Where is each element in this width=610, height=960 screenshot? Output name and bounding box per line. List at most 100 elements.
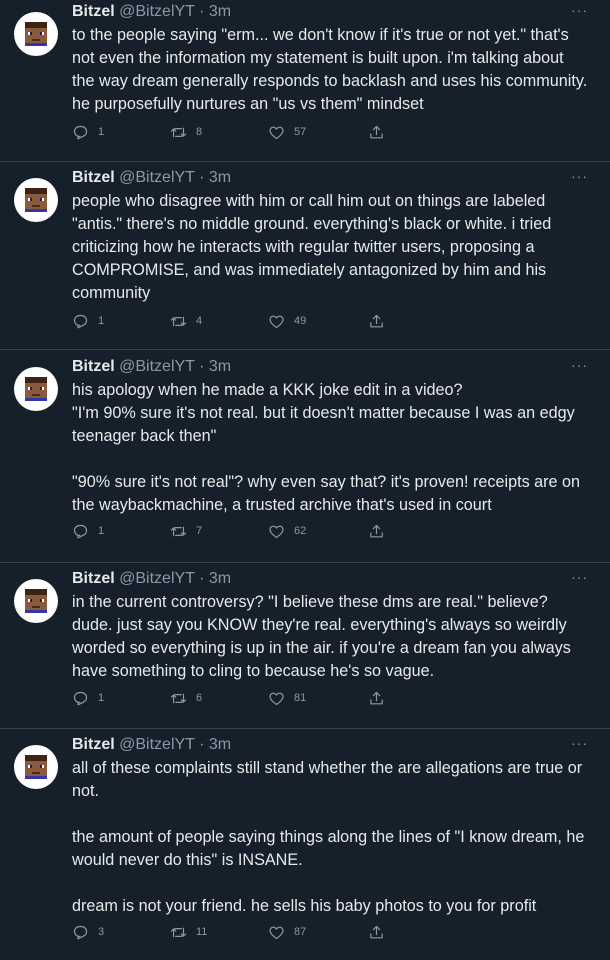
display-name[interactable]: Bitzel: [72, 736, 115, 753]
tweet[interactable]: Bitzel @BitzelYT · 3m ··· in the current…: [0, 567, 610, 729]
like-button[interactable]: 49: [268, 311, 306, 331]
tweet-header: Bitzel @BitzelYT · 3m ···: [72, 356, 590, 378]
retweet-icon: [170, 693, 187, 703]
separator: ·: [199, 736, 205, 753]
tweet-header: Bitzel @BitzelYT · 3m ···: [72, 568, 590, 590]
like-icon: [269, 126, 284, 139]
tweet-text: all of these complaints still stand whet…: [72, 759, 585, 915]
like-count: 62: [294, 525, 307, 537]
separator: ·: [199, 570, 205, 587]
user-handle[interactable]: @BitzelYT: [119, 169, 195, 186]
reply-count: 1: [98, 126, 105, 138]
tweet-actions: 1 6 81: [72, 688, 402, 708]
share-icon: [370, 524, 383, 537]
share-button[interactable]: [368, 521, 394, 541]
reply-count: 1: [98, 315, 105, 327]
display-name[interactable]: Bitzel: [72, 358, 115, 375]
tweet-actions: 1 8 57: [72, 122, 402, 142]
more-icon[interactable]: ···: [571, 165, 588, 187]
timestamp[interactable]: 3m: [209, 570, 231, 587]
timestamp[interactable]: 3m: [209, 169, 231, 186]
more-icon[interactable]: ···: [571, 566, 588, 588]
tweet-actions: 1 7 62: [72, 521, 402, 541]
more-icon[interactable]: ···: [571, 732, 588, 754]
avatar[interactable]: [14, 178, 58, 222]
reply-button[interactable]: 1: [72, 311, 104, 331]
like-count: 81: [294, 692, 307, 704]
tweet[interactable]: Bitzel @BitzelYT · 3m ··· his apology wh…: [0, 355, 610, 563]
reply-button[interactable]: 3: [72, 922, 104, 942]
user-handle[interactable]: @BitzelYT: [119, 570, 195, 587]
share-icon: [370, 314, 383, 327]
like-button[interactable]: 87: [268, 922, 306, 942]
share-button[interactable]: [368, 688, 394, 708]
tweet-text: in the current controversy? "I believe t…: [72, 593, 571, 680]
separator: ·: [199, 358, 205, 375]
display-name[interactable]: Bitzel: [72, 169, 115, 186]
display-name[interactable]: Bitzel: [72, 570, 115, 587]
reply-icon: [73, 314, 88, 328]
retweet-count: 7: [196, 525, 203, 537]
tweet-actions: 3 11 87: [72, 922, 402, 942]
reply-count: 1: [98, 692, 105, 704]
share-icon: [370, 691, 383, 704]
reply-icon: [73, 925, 88, 939]
tweet-header: Bitzel @BitzelYT · 3m ···: [72, 167, 590, 189]
retweet-button[interactable]: 11: [170, 922, 207, 942]
reply-count: 1: [98, 525, 105, 537]
reply-button[interactable]: 1: [72, 521, 104, 541]
more-icon[interactable]: ···: [571, 354, 588, 376]
retweet-count: 11: [196, 926, 208, 938]
retweet-button[interactable]: 7: [170, 521, 202, 541]
timestamp[interactable]: 3m: [209, 736, 231, 753]
retweet-button[interactable]: 6: [170, 688, 202, 708]
avatar[interactable]: [14, 12, 58, 56]
tweet-text: people who disagree with him or call him…: [72, 192, 552, 302]
tweet-header: Bitzel @BitzelYT · 3m ···: [72, 734, 590, 756]
retweet-count: 6: [196, 692, 203, 704]
like-icon: [269, 926, 284, 939]
retweet-icon: [170, 927, 187, 937]
user-handle[interactable]: @BitzelYT: [119, 358, 195, 375]
share-button[interactable]: [368, 311, 394, 331]
like-count: 49: [294, 315, 307, 327]
timestamp[interactable]: 3m: [209, 358, 231, 375]
reply-button[interactable]: 1: [72, 122, 104, 142]
reply-count: 3: [98, 926, 105, 938]
tweet[interactable]: Bitzel @BitzelYT · 3m ··· people who dis…: [0, 166, 610, 350]
share-button[interactable]: [368, 922, 394, 942]
like-button[interactable]: 62: [268, 521, 306, 541]
avatar[interactable]: [14, 367, 58, 411]
tweet[interactable]: Bitzel @BitzelYT · 3m ··· all of these c…: [0, 733, 610, 960]
like-count: 57: [294, 126, 307, 138]
like-icon: [269, 315, 284, 328]
like-count: 87: [294, 926, 307, 938]
display-name[interactable]: Bitzel: [72, 3, 115, 20]
avatar[interactable]: [14, 579, 58, 623]
user-handle[interactable]: @BitzelYT: [119, 736, 195, 753]
like-icon: [269, 692, 284, 705]
avatar[interactable]: [14, 745, 58, 789]
tweet-actions: 1 4 49: [72, 311, 402, 331]
reply-button[interactable]: 1: [72, 688, 104, 708]
retweet-button[interactable]: 4: [170, 311, 202, 331]
like-button[interactable]: 81: [268, 688, 306, 708]
timestamp[interactable]: 3m: [209, 3, 231, 20]
tweet-text: his apology when he made a KKK joke edit…: [72, 381, 581, 514]
like-icon: [269, 525, 284, 538]
tweet[interactable]: Bitzel @BitzelYT · 3m ··· to the people …: [0, 0, 610, 162]
retweet-count: 4: [196, 315, 203, 327]
separator: ·: [199, 3, 205, 20]
retweet-count: 8: [196, 126, 203, 138]
tweet-text: to the people saying "erm... we don't kn…: [72, 26, 588, 113]
retweet-button[interactable]: 8: [170, 122, 202, 142]
more-icon[interactable]: ···: [571, 0, 588, 21]
reply-icon: [73, 524, 88, 538]
retweet-icon: [170, 526, 187, 536]
share-button[interactable]: [368, 122, 394, 142]
share-icon: [370, 925, 383, 938]
share-icon: [370, 125, 383, 138]
user-handle[interactable]: @BitzelYT: [119, 3, 195, 20]
like-button[interactable]: 57: [268, 122, 306, 142]
reply-icon: [73, 691, 88, 705]
